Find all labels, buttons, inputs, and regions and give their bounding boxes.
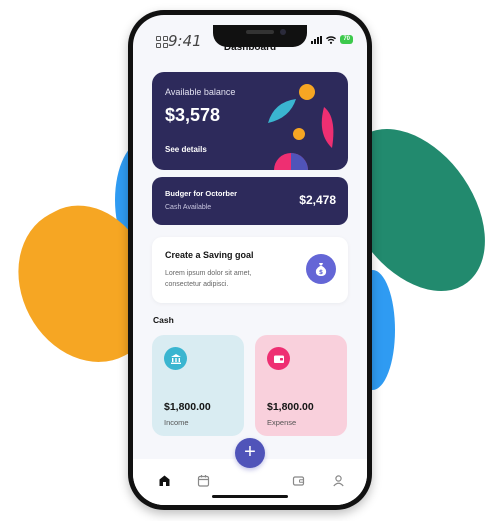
money-bag-icon[interactable]: $ xyxy=(306,254,336,284)
saving-goal-title: Create a Saving goal xyxy=(165,250,254,260)
expense-label: Expense xyxy=(267,418,297,427)
saving-goal-description: Lorem ipsum dolor sit amet, consectetur … xyxy=(165,270,252,288)
front-camera xyxy=(280,29,286,35)
budget-amount: $2,478 xyxy=(299,193,336,207)
see-details-link[interactable]: See details xyxy=(165,145,207,154)
speaker xyxy=(246,30,274,34)
svg-text:$: $ xyxy=(319,269,323,276)
add-button[interactable]: + xyxy=(235,438,265,468)
profile-icon[interactable] xyxy=(330,472,346,488)
home-icon[interactable] xyxy=(156,472,172,488)
wallet-icon xyxy=(267,347,290,370)
expense-amount: $1,800.00 xyxy=(267,401,314,413)
balance-amount: $3,578 xyxy=(165,105,221,125)
calendar-icon[interactable] xyxy=(195,472,211,488)
phone-screen: 9:41 70 Dashboard Available balance $3,5… xyxy=(133,15,367,505)
balance-card[interactable]: Available balance $3,578 See details xyxy=(152,72,348,170)
phone-notch xyxy=(213,25,307,47)
saving-goal-card[interactable]: Create a Saving goal Lorem ipsum dolor s… xyxy=(152,237,348,303)
expense-card[interactable]: $1,800.00 Expense xyxy=(255,335,347,436)
decorative-shapes xyxy=(268,84,334,170)
balance-label: Available balance xyxy=(165,87,236,97)
budget-card[interactable]: Budger for Octorber Cash Available $2,47… xyxy=(152,177,348,225)
income-card[interactable]: $1,800.00 Income xyxy=(152,335,244,436)
budget-subtitle: Cash Available xyxy=(165,204,212,211)
home-indicator xyxy=(212,495,288,498)
phone-frame: 9:41 70 Dashboard Available balance $3,5… xyxy=(128,10,372,510)
income-label: Income xyxy=(164,418,189,427)
cash-section-label: Cash xyxy=(153,315,174,325)
income-amount: $1,800.00 xyxy=(164,401,211,413)
bank-icon xyxy=(164,347,187,370)
budget-title: Budger for Octorber xyxy=(165,189,238,198)
wallet-tab-icon[interactable] xyxy=(290,472,306,488)
